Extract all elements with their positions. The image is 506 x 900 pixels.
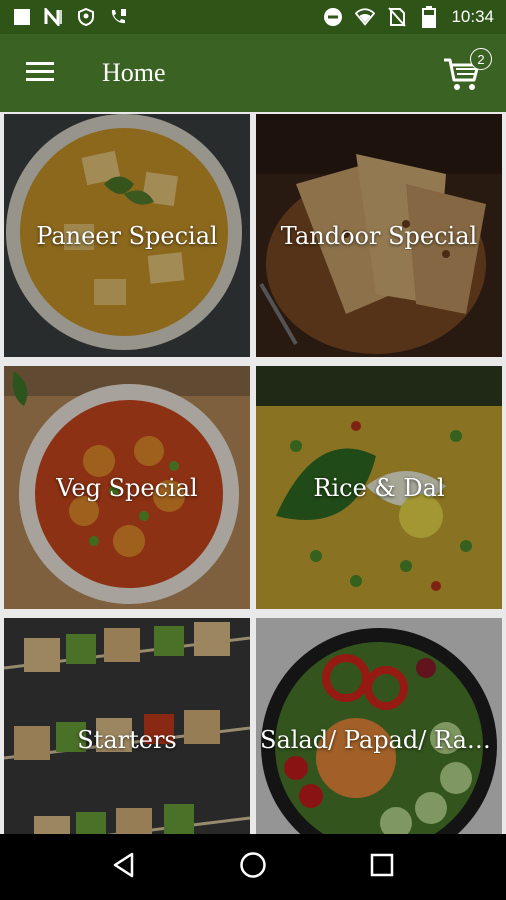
category-tile-salad-papad-raita[interactable]: Salad/ Papad/ Raita bbox=[256, 618, 502, 834]
status-right: 10:34 bbox=[323, 6, 494, 28]
category-tile-tandoor-special[interactable]: Tandoor Special bbox=[256, 114, 502, 357]
home-circle-icon bbox=[239, 851, 267, 884]
category-tile-veg-special[interactable]: Veg Special bbox=[4, 366, 250, 609]
page-title: Home bbox=[102, 58, 166, 87]
back-triangle-icon bbox=[112, 852, 136, 883]
category-grid: Paneer Special Tandoor Special Veg Speci… bbox=[0, 112, 506, 834]
category-label: Paneer Special bbox=[36, 221, 218, 250]
category-label: Tandoor Special bbox=[280, 221, 478, 250]
category-label: Salad/ Papad/ Raita bbox=[260, 725, 499, 754]
recents-button[interactable] bbox=[357, 842, 407, 892]
dnd-icon bbox=[323, 7, 343, 27]
category-tile-rice-dal[interactable]: Rice & Dal bbox=[256, 366, 502, 609]
category-tile-paneer-special[interactable]: Paneer Special bbox=[4, 114, 250, 357]
home-button[interactable] bbox=[228, 842, 278, 892]
status-bar: 10:34 bbox=[0, 0, 506, 34]
status-left bbox=[12, 7, 128, 27]
back-button[interactable] bbox=[99, 842, 149, 892]
n-icon bbox=[44, 7, 64, 27]
app-bar: Home 2 bbox=[0, 34, 506, 112]
category-label: Rice & Dal bbox=[313, 473, 445, 502]
battery-icon bbox=[419, 6, 439, 28]
cart-button[interactable]: 2 bbox=[440, 46, 492, 98]
no-sim-icon bbox=[387, 7, 407, 27]
category-tile-starters[interactable]: Starters bbox=[4, 618, 250, 834]
square-icon bbox=[12, 7, 32, 27]
category-label: Starters bbox=[77, 725, 177, 754]
category-label: Veg Special bbox=[56, 473, 198, 502]
cart-count-badge: 2 bbox=[470, 48, 492, 70]
status-time: 10:34 bbox=[451, 7, 494, 26]
shield-icon bbox=[76, 7, 96, 27]
menu-button[interactable] bbox=[0, 34, 80, 112]
recents-square-icon bbox=[370, 853, 394, 882]
navigation-bar bbox=[0, 834, 506, 900]
phone-icon bbox=[108, 7, 128, 27]
wifi-icon bbox=[355, 7, 376, 27]
hamburger-icon bbox=[26, 60, 54, 87]
